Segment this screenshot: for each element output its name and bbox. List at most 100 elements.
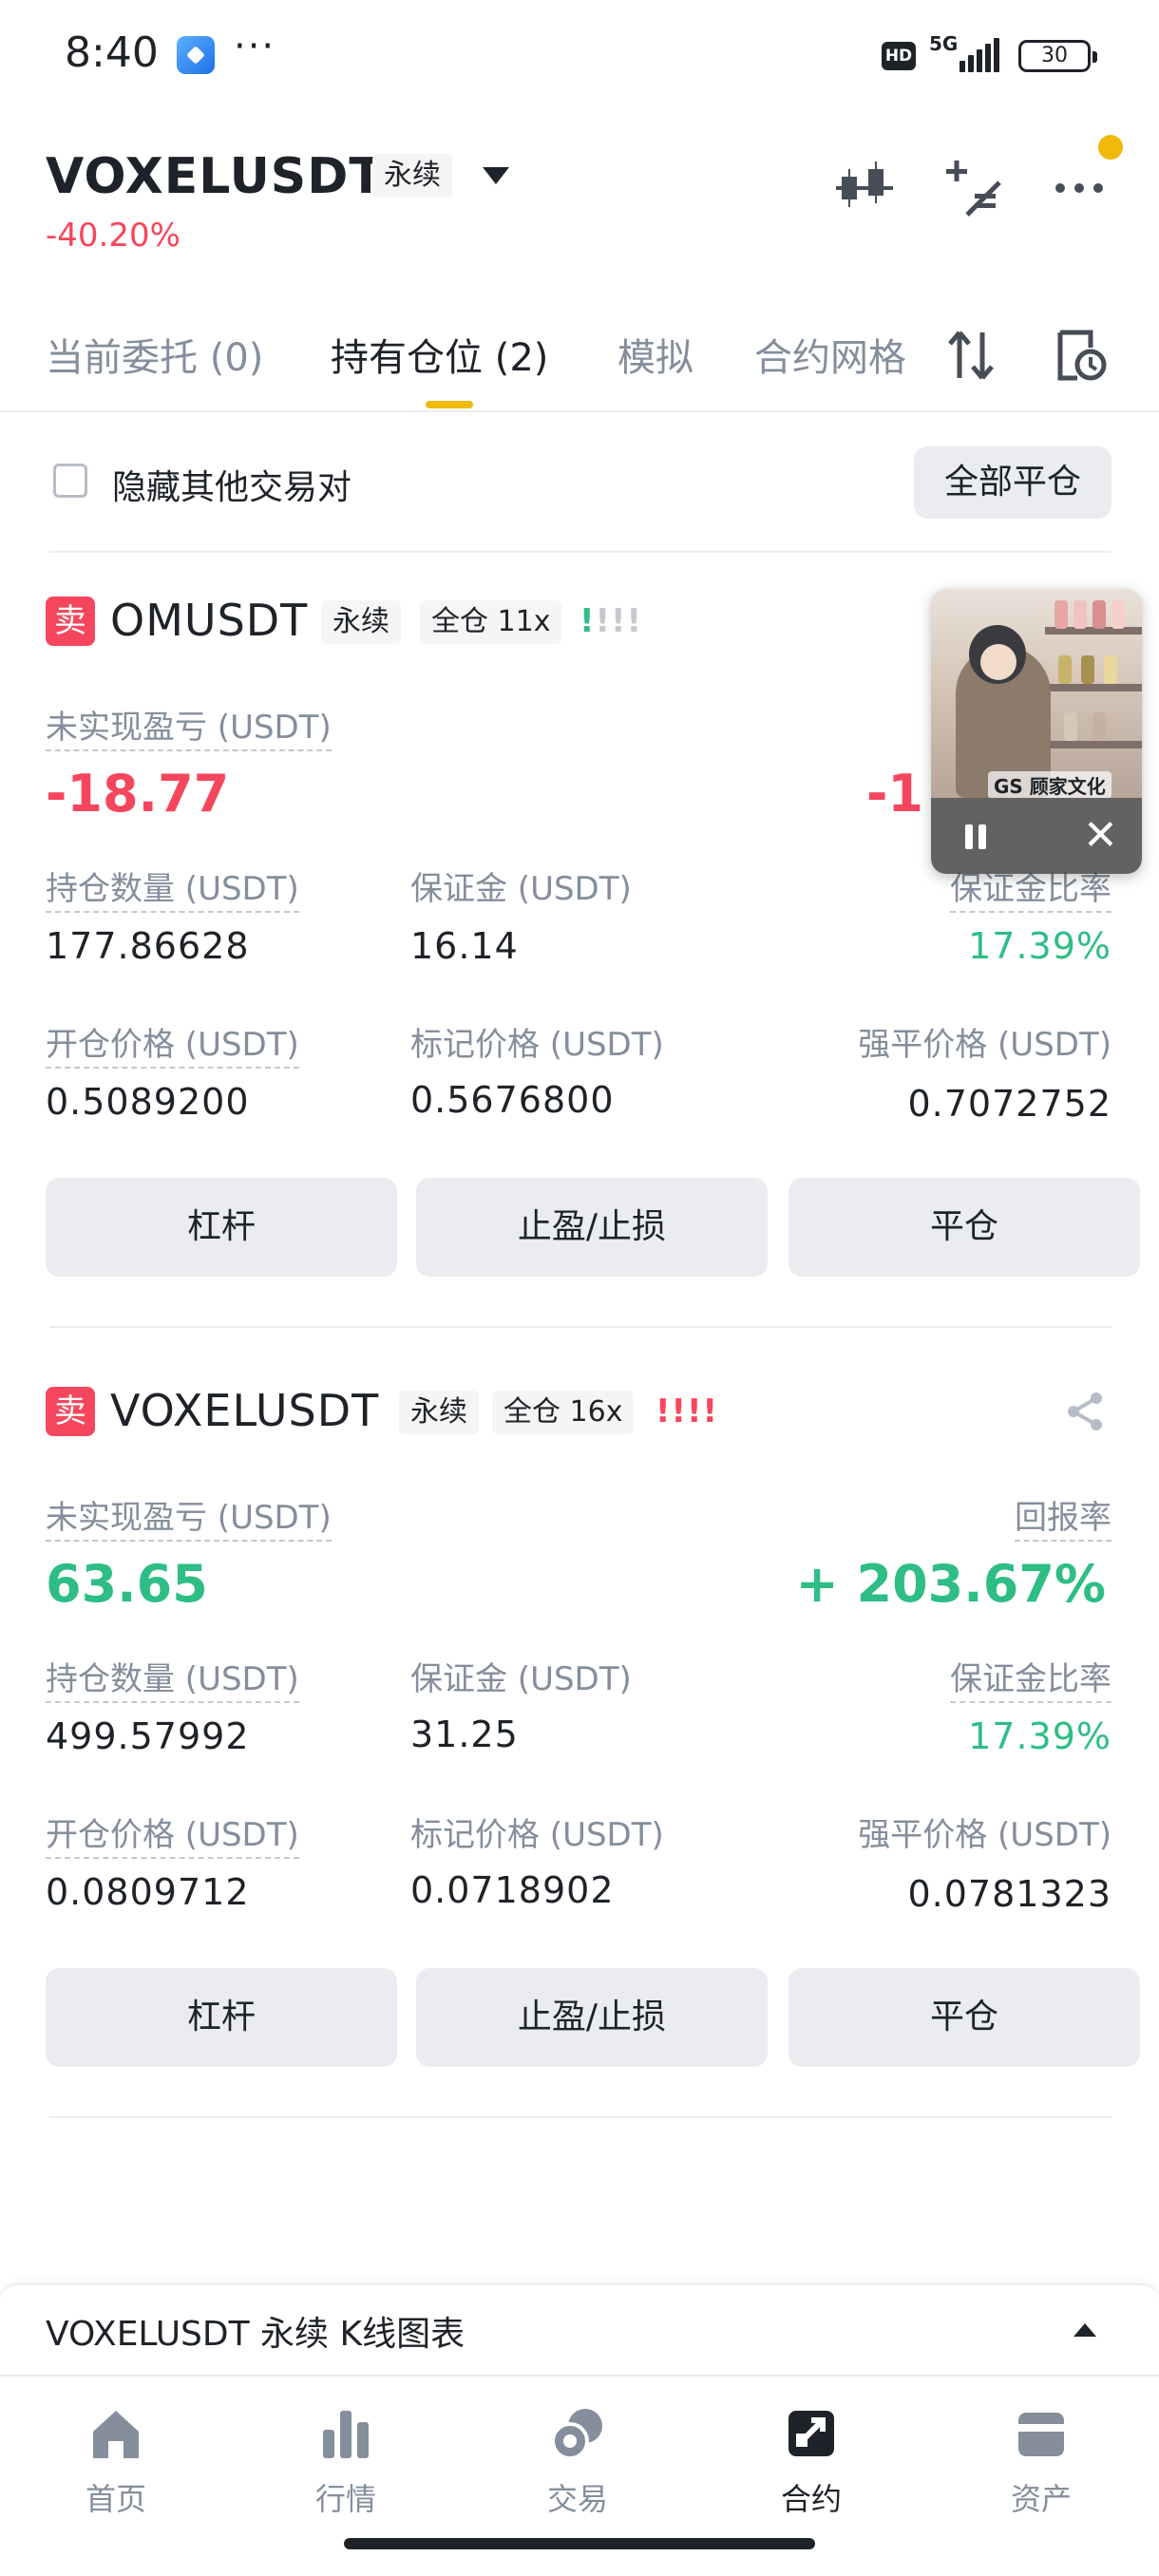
battery-icon: 30 — [1018, 40, 1097, 72]
sell-badge: 卖 — [46, 597, 95, 646]
leverage-button[interactable]: 杠杆 — [46, 1968, 397, 2067]
wallet-icon — [1018, 2413, 1064, 2456]
floating-video-window[interactable]: GS 顾家文化 ✕ — [931, 589, 1142, 874]
video-controls: ✕ — [931, 798, 1142, 874]
trade-icon — [551, 2409, 602, 2460]
entry-price-value: 0.0809712 — [46, 1871, 250, 1913]
entry-price-label: 开仓价格 (USDT) — [46, 1018, 299, 1069]
margin-ratio-value: 17.39% — [968, 925, 1112, 967]
close-icon[interactable]: ✕ — [1083, 811, 1118, 860]
futures-icon — [788, 2411, 834, 2456]
calculator-icon[interactable] — [940, 156, 1001, 217]
unrealized-pnl-value: -18.77 — [46, 764, 230, 824]
close-position-button[interactable]: 平仓 — [788, 1968, 1140, 2067]
margin-ratio-value: 17.39% — [968, 1715, 1112, 1757]
liquidation-price-label: 强平价格 (USDT) — [858, 1816, 1112, 1854]
network-label: 5G — [929, 32, 959, 55]
margin-ratio-label: 保证金比率 — [950, 1653, 1112, 1703]
nav-label: 资产 — [1010, 2481, 1072, 2517]
status-bar: 8:40 ··· HD 5G 30 — [0, 0, 1159, 114]
mark-price-label: 标记价格 (USDT) — [410, 1816, 664, 1854]
tab-demo[interactable]: 模拟 — [618, 327, 694, 382]
close-all-button[interactable]: 全部平仓 — [914, 446, 1112, 519]
share-icon[interactable] — [1064, 1391, 1106, 1432]
more-notifications-icon: ··· — [234, 25, 276, 68]
symbol-header: VOXELUSDT 永续 -40.20% — [0, 133, 1159, 266]
nav-markets[interactable]: 行情 — [279, 2405, 412, 2529]
position-symbol[interactable]: OMUSDT — [110, 595, 308, 646]
position-size-label: 持仓数量 (USDT) — [46, 1653, 299, 1703]
app-notification-icon — [177, 36, 215, 74]
hd-icon: HD — [882, 42, 916, 70]
roe-value: + 203.67% — [795, 1554, 1106, 1614]
nav-label: 首页 — [85, 2481, 146, 2517]
liquidation-price-value: 0.0781323 — [907, 1873, 1112, 1915]
risk-indicator: !!!! — [656, 1392, 719, 1430]
liquidation-price-label: 强平价格 (USDT) — [858, 1026, 1112, 1064]
nav-assets[interactable]: 资产 — [975, 2405, 1108, 2529]
home-indicator — [344, 2538, 815, 2549]
margin-mode-tag[interactable]: 全仓 11x — [420, 600, 562, 644]
nav-label: 合约 — [780, 2481, 842, 2517]
notification-dot — [1098, 135, 1123, 160]
position-tabs: 当前委托 (0) 持有仓位 (2) 模拟 合约网格 — [0, 313, 1159, 412]
position-size-value: 177.86628 — [46, 925, 250, 967]
margin-label: 保证金 (USDT) — [410, 870, 632, 908]
video-watermark: GS 顾家文化 — [988, 771, 1112, 799]
hide-others-checkbox[interactable] — [53, 464, 87, 498]
nav-trade[interactable]: 交易 — [511, 2405, 644, 2529]
margin-value: 16.14 — [410, 925, 519, 967]
margin-label: 保证金 (USDT) — [410, 1660, 632, 1698]
unrealized-pnl-value: 63.65 — [46, 1554, 208, 1614]
divider — [49, 1326, 1112, 1328]
nav-label: 交易 — [546, 2481, 608, 2517]
pause-icon[interactable] — [960, 821, 992, 853]
hide-others-label[interactable]: 隐藏其他交易对 — [112, 460, 352, 509]
contract-type-tag: 永续 — [321, 600, 401, 644]
position-size-label: 持仓数量 (USDT) — [46, 862, 299, 913]
unrealized-pnl-label: 未实现盈亏 (USDT) — [46, 1491, 332, 1542]
risk-indicator: !!!! — [580, 602, 643, 640]
kline-chart-bar[interactable]: VOXELUSDT 永续 K线图表 — [0, 2283, 1159, 2375]
divider — [49, 2116, 1112, 2118]
close-position-button[interactable]: 平仓 — [788, 1178, 1140, 1277]
more-options-icon[interactable] — [1049, 156, 1110, 217]
entry-price-value: 0.5089200 — [46, 1081, 250, 1123]
tab-positions[interactable]: 持有仓位 (2) — [331, 327, 548, 382]
price-change: -40.20% — [46, 217, 180, 255]
filter-row: 隐藏其他交易对 全部平仓 — [0, 445, 1159, 549]
position-size-value: 499.57992 — [46, 1715, 250, 1757]
nav-home[interactable]: 首页 — [49, 2405, 182, 2529]
liquidation-price-value: 0.7072752 — [907, 1083, 1112, 1125]
home-icon — [93, 2411, 139, 2458]
signal-icon — [960, 38, 1001, 72]
unrealized-pnl-label: 未实现盈亏 (USDT) — [46, 701, 332, 751]
mark-price-label: 标记价格 (USDT) — [410, 1026, 664, 1064]
sell-badge: 卖 — [46, 1387, 95, 1436]
margin-mode-tag[interactable]: 全仓 16x — [492, 1391, 635, 1434]
tp-sl-button[interactable]: 止盈/止损 — [416, 1178, 768, 1277]
contract-type-tag: 永续 — [372, 154, 452, 198]
nav-label: 行情 — [314, 2481, 376, 2517]
contract-type-tag: 永续 — [399, 1391, 479, 1434]
active-tab-indicator — [426, 401, 473, 408]
tab-open-orders[interactable]: 当前委托 (0) — [46, 327, 263, 382]
chevron-down-icon[interactable] — [483, 167, 509, 184]
chevron-up-icon[interactable] — [1074, 2323, 1096, 2337]
history-icon[interactable] — [1053, 327, 1110, 384]
leverage-button[interactable]: 杠杆 — [46, 1178, 397, 1277]
markets-icon — [323, 2411, 369, 2458]
kline-chart-label: VOXELUSDT 永续 K线图表 — [46, 2315, 466, 2354]
sort-icon[interactable] — [942, 327, 999, 384]
nav-futures[interactable]: 合约 — [745, 2405, 878, 2529]
roe-value: -1 — [866, 764, 923, 824]
symbol-selector[interactable]: VOXELUSDT — [46, 148, 384, 205]
video-frame: GS 顾家文化 — [931, 589, 1142, 799]
mark-price-value: 0.5676800 — [410, 1079, 615, 1121]
roe-label: 回报率 — [1015, 1491, 1112, 1542]
margin-value: 31.25 — [410, 1714, 519, 1755]
position-symbol[interactable]: VOXELUSDT — [110, 1385, 379, 1436]
tp-sl-button[interactable]: 止盈/止损 — [416, 1968, 768, 2067]
candlestick-chart-icon[interactable] — [834, 156, 895, 217]
tab-futures-grid[interactable]: 合约网格 — [754, 327, 920, 382]
